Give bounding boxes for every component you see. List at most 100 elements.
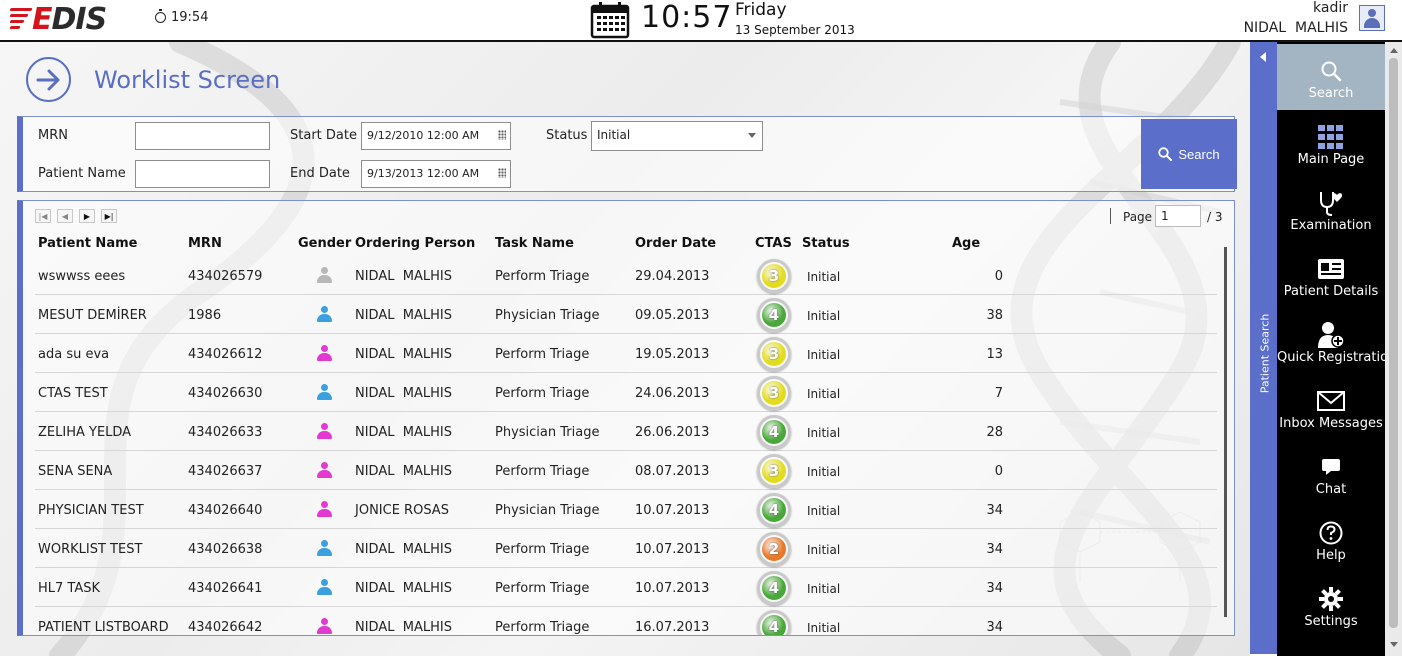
order-date-cell: 10.07.2013 — [635, 581, 710, 596]
column-header-patient-name[interactable]: Patient Name — [38, 236, 137, 251]
task-name-cell: Physician Triage — [495, 503, 600, 518]
table-row[interactable]: HL7 TASK 434026641 NIDAL MALHIS Perform Tri… — [35, 568, 1217, 607]
table-row[interactable]: MESUT DEMİRER 1986 NIDAL MALHIS Physician T… — [35, 295, 1217, 334]
next-page-button[interactable]: ▶ — [79, 209, 95, 223]
task-name-cell: Perform Triage — [495, 581, 590, 596]
menu-item-inbox-messages[interactable]: Inbox Messages — [1277, 374, 1385, 440]
age-cell: 34 — [986, 542, 1003, 557]
last-page-button[interactable]: ▶| — [101, 209, 117, 223]
column-header-ordering-person[interactable]: Ordering Person — [355, 236, 475, 251]
menu-item-label: Inbox Messages — [1279, 416, 1383, 431]
session-time: 19:54 — [171, 10, 209, 25]
status-select[interactable]: Initial — [591, 121, 763, 151]
patient-name-cell: HL7 TASK — [38, 581, 101, 596]
id-card-icon — [1317, 256, 1345, 282]
menu-item-patient-details[interactable]: Patient Details — [1277, 242, 1385, 308]
table-row[interactable]: PATIENT LISTBOARD 434026642 NIDAL MALHIS Pe… — [35, 607, 1217, 635]
envelope-icon — [1317, 388, 1345, 414]
page-total: / 3 — [1207, 210, 1223, 224]
user-profile-icon[interactable] — [1359, 5, 1385, 31]
menu-item-chat[interactable]: Chat — [1277, 440, 1385, 506]
order-date-cell: 10.07.2013 — [635, 542, 710, 557]
ctas-badge: 4 — [757, 571, 791, 605]
table-row[interactable]: CTAS TEST 434026630 NIDAL MALHIS Perform Tr… — [35, 373, 1217, 412]
table-row[interactable]: PHYSICIAN TEST 434026640 JONICE ROSAS Physi… — [35, 490, 1217, 529]
ctas-level: 3 — [762, 264, 786, 288]
menu-item-settings[interactable]: Settings — [1277, 572, 1385, 638]
start-date-value: 9/12/2010 12:00 AM — [367, 129, 480, 142]
column-header-ctas[interactable]: CTAS — [755, 236, 792, 251]
female-icon — [316, 462, 332, 478]
scroll-up-arrow[interactable] — [1390, 48, 1398, 53]
menu-item-label: Examination — [1290, 218, 1372, 233]
table-row[interactable]: ada su eva 434026612 NIDAL MALHIS Perform T… — [35, 334, 1217, 373]
table-scroll-thumb[interactable] — [1224, 247, 1227, 617]
stethoscope-icon — [1317, 190, 1345, 216]
date-picker-icon[interactable] — [498, 168, 506, 178]
menu-item-label: Main Page — [1297, 152, 1365, 167]
table-row[interactable]: wswwss eees 434026579 NIDAL MALHIS Perform … — [35, 256, 1217, 295]
ctas-badge: 4 — [757, 298, 791, 332]
column-header-gender[interactable]: Gender — [298, 236, 351, 251]
mrn-input[interactable] — [135, 122, 270, 150]
table-row[interactable]: WORKLIST TEST 434026638 NIDAL MALHIS Perfor… — [35, 529, 1217, 568]
age-cell: 7 — [994, 386, 1003, 401]
order-date-cell: 19.05.2013 — [635, 347, 710, 362]
end-date-value: 9/13/2013 12:00 AM — [367, 167, 480, 180]
first-page-button[interactable]: |◀ — [35, 209, 51, 223]
column-header-mrn[interactable]: MRN — [188, 236, 222, 251]
table-scrollbar[interactable] — [1222, 233, 1230, 635]
ordering-person-cell: NIDAL MALHIS — [355, 581, 452, 596]
menu-item-main-page[interactable]: Main Page — [1277, 110, 1385, 176]
session-timer: 19:54 — [155, 9, 209, 25]
status-cell: Initial — [807, 426, 841, 440]
search-button[interactable]: Search — [1141, 119, 1237, 189]
patient-search-panel-toggle[interactable]: Patient Search — [1250, 42, 1277, 654]
age-cell: 34 — [986, 503, 1003, 518]
main-content: Worklist Screen MRN Patient Name Start D… — [0, 42, 1250, 656]
stopwatch-icon — [155, 9, 166, 23]
end-date-picker[interactable]: 9/13/2013 12:00 AM — [361, 160, 511, 188]
window-scroll-thumb[interactable] — [1389, 58, 1398, 628]
order-date-cell: 10.07.2013 — [635, 503, 710, 518]
help-icon — [1317, 520, 1345, 546]
patient-name-cell: CTAS TEST — [38, 386, 108, 401]
patient-name-input[interactable] — [135, 160, 270, 188]
collapse-arrow-icon[interactable] — [1260, 52, 1266, 62]
ctas-level: 4 — [762, 420, 786, 444]
column-header-order-date[interactable]: Order Date — [635, 236, 716, 251]
mrn-cell: 434026633 — [188, 425, 263, 440]
menu-item-search[interactable]: Search — [1277, 44, 1385, 110]
page-number-input[interactable]: 1 — [1155, 205, 1201, 227]
table-row[interactable]: ZELIHA YELDA 434026633 NIDAL MALHIS Physici… — [35, 412, 1217, 451]
order-date-cell: 26.06.2013 — [635, 425, 710, 440]
column-header-status[interactable]: Status — [802, 236, 850, 251]
arrow-right-icon — [36, 69, 59, 90]
user-name: NIDAL MALHIS — [1243, 20, 1348, 36]
mrn-cell: 434026642 — [188, 620, 263, 635]
start-date-picker[interactable]: 9/12/2010 12:00 AM — [361, 122, 511, 150]
status-cell: Initial — [807, 621, 841, 635]
ctas-level: 2 — [762, 537, 786, 561]
window-scrollbar[interactable] — [1385, 42, 1402, 656]
age-cell: 28 — [986, 425, 1003, 440]
column-header-task-name[interactable]: Task Name — [495, 236, 574, 251]
ctas-badge: 3 — [757, 454, 791, 488]
task-name-cell: Physician Triage — [495, 308, 600, 323]
menu-item-examination[interactable]: Examination — [1277, 176, 1385, 242]
back-arrow-button[interactable] — [26, 57, 71, 102]
menu-item-help[interactable]: Help — [1277, 506, 1385, 572]
date-picker-icon[interactable] — [498, 130, 506, 140]
scroll-down-arrow[interactable] — [1390, 642, 1398, 647]
ctas-level: 4 — [762, 615, 786, 635]
ctas-level: 4 — [762, 498, 786, 522]
menu-item-quick-registration[interactable]: Quick Registration — [1277, 308, 1385, 374]
ctas-level: 3 — [762, 381, 786, 405]
person-icon — [316, 267, 332, 283]
column-header-age[interactable]: Age — [952, 236, 980, 251]
menu-item-label: Help — [1316, 548, 1346, 563]
mrn-cell: 434026630 — [188, 386, 263, 401]
prev-page-button[interactable]: ◀ — [57, 209, 73, 223]
table-row[interactable]: SENA SENA 434026637 NIDAL MALHIS Perform Tr… — [35, 451, 1217, 490]
menu-item-label: Settings — [1304, 614, 1358, 629]
